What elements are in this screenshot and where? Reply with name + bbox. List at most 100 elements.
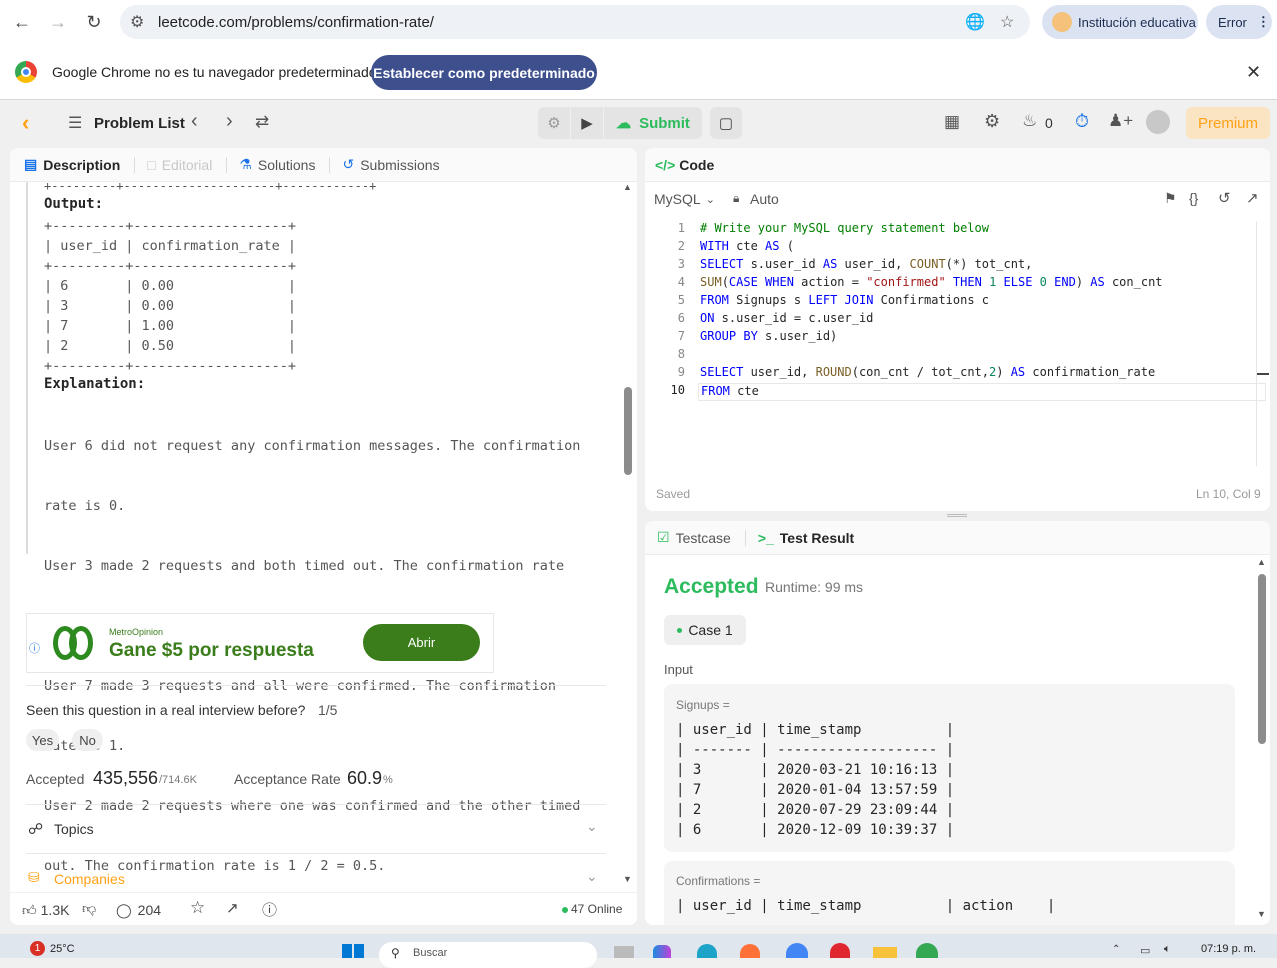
url-text: leetcode.com/problems/confirmation-rate/ <box>158 13 434 31</box>
windows-start-icon[interactable] <box>342 944 364 958</box>
tag-icon: ☍ <box>28 821 44 838</box>
thumbs-up-icon: 👍︎ <box>22 901 37 918</box>
volume-icon[interactable]: 🔈︎ <box>1164 943 1171 956</box>
timer-icon[interactable]: ⏱ <box>1075 111 1089 132</box>
next-problem-icon[interactable]: › <box>226 110 233 133</box>
panel-resize-handle[interactable] <box>947 514 967 517</box>
case-tab[interactable]: Case 1 <box>664 615 746 645</box>
notes-button[interactable]: ▢ <box>710 107 742 139</box>
problem-list-link[interactable]: Problem List <box>94 115 185 132</box>
scrollbar[interactable]: ▲ ▼ <box>622 182 634 892</box>
clock[interactable]: 07:19 p. m. <box>1201 943 1256 955</box>
error-button[interactable]: Error ⋮ <box>1206 5 1272 39</box>
taskbar-search[interactable]: ⚲ Buscar <box>379 942 597 968</box>
scroll-up-icon[interactable]: ▲ <box>623 182 632 192</box>
address-bar[interactable]: ⚙ leetcode.com/problems/confirmation-rat… <box>120 5 1030 39</box>
mode-label[interactable]: Auto <box>750 191 779 207</box>
cursor-marker <box>1257 373 1269 375</box>
tab-submissions[interactable]: ↺ Submissions <box>342 156 439 173</box>
yes-button[interactable]: Yes <box>26 729 59 751</box>
debug-button[interactable]: ⚙ <box>538 107 570 139</box>
opera-icon[interactable] <box>830 943 850 958</box>
bookmark-icon[interactable]: ⚑ <box>1164 190 1177 207</box>
submit-button[interactable]: ☁ Submit <box>604 107 702 139</box>
shuffle-icon[interactable]: ⇄ <box>255 112 269 132</box>
expand-icon[interactable]: ↗ <box>1246 189 1259 207</box>
tab-description[interactable]: ▤ Description <box>24 156 120 173</box>
editor-scrollbar[interactable] <box>1256 221 1257 466</box>
tab-editorial[interactable]: □ Editorial <box>147 157 212 173</box>
scroll-down-icon[interactable]: ▼ <box>1257 909 1266 919</box>
like-button[interactable]: 👍︎ 1.3K <box>22 899 74 921</box>
star-icon[interactable]: ☆ <box>1000 12 1014 32</box>
error-label: Error <box>1218 14 1247 30</box>
topics-section[interactable]: ☍ Topics ⌄ <box>26 812 606 846</box>
prev-problem-icon[interactable]: ‹ <box>191 110 198 133</box>
ad-open-button[interactable]: Abrir <box>363 624 480 661</box>
signups-table: | user_id | time_stamp | | ------- | ---… <box>676 722 955 838</box>
close-icon[interactable]: ✕ <box>1246 62 1261 83</box>
favorite-star-icon[interactable]: ☆ <box>190 898 205 918</box>
reload-icon[interactable]: ↻ <box>78 6 110 38</box>
ad-headline: Gane $5 por respuesta <box>109 640 314 661</box>
firefox-icon[interactable] <box>740 944 760 958</box>
scroll-up-icon[interactable]: ▲ <box>1257 557 1266 567</box>
streak-icon[interactable]: ♨ <box>1022 111 1037 131</box>
copilot-icon[interactable] <box>653 945 671 958</box>
tab-test-result[interactable]: >_ Test Result <box>758 530 854 546</box>
confirmations-label: Confirmations = <box>676 874 761 888</box>
user-avatar[interactable] <box>1146 110 1170 134</box>
format-braces-icon[interactable]: {} <box>1189 190 1198 206</box>
tab-solutions[interactable]: ⚗ Solutions <box>239 156 315 173</box>
help-icon[interactable]: ⓘ <box>262 899 277 920</box>
chrome-profile-icon[interactable] <box>786 943 808 958</box>
default-browser-infobar: Google Chrome no es tu navegador predete… <box>0 44 1277 100</box>
weather-temperature[interactable]: 25°C <box>50 943 75 955</box>
add-friend-icon[interactable]: ♟+ <box>1108 111 1133 131</box>
set-default-button[interactable]: Establecer como predeterminado <box>371 55 597 90</box>
comments-button[interactable]: ◯ 204 <box>116 899 161 921</box>
list-icon[interactable]: ☰ <box>68 113 82 133</box>
layout-icon[interactable]: ▦ <box>944 112 960 132</box>
forward-icon[interactable]: → <box>42 6 74 38</box>
info-icon[interactable]: ⓘ <box>29 640 40 656</box>
no-button[interactable]: No <box>72 729 103 751</box>
code-editor[interactable]: 1 2 3 4 5 6 7 8 9 10 # Write your MySQL … <box>645 221 1266 471</box>
scrollbar-thumb[interactable] <box>1258 574 1266 744</box>
language-select[interactable]: MySQL ⌄ <box>654 191 715 207</box>
network-icon[interactable]: ▭ <box>1140 944 1150 957</box>
chrome-icon[interactable] <box>916 943 938 958</box>
tab-divider <box>744 529 746 546</box>
reset-icon[interactable]: ↺ <box>1218 189 1231 207</box>
scrollbar[interactable]: ▲ ▼ <box>1256 557 1268 925</box>
site-settings-icon[interactable]: ⚙ <box>130 12 144 32</box>
premium-button[interactable]: Premium <box>1186 107 1270 139</box>
checkbox-icon: ☑ <box>657 529 670 545</box>
advertisement[interactable]: ⓘ MetroOpinion Gane $5 por respuesta Abr… <box>26 613 494 673</box>
back-icon[interactable]: ← <box>6 6 38 38</box>
terminal-icon: >_ <box>757 529 774 546</box>
settings-icon[interactable]: ⚙ <box>984 111 1000 132</box>
profile-button[interactable]: Institución educativa <box>1042 5 1198 39</box>
edge-icon[interactable] <box>697 944 717 958</box>
scroll-down-icon[interactable]: ▼ <box>623 874 632 884</box>
translate-icon[interactable]: 🌐 <box>965 12 985 32</box>
signups-label: Signups = <box>676 698 730 712</box>
file-explorer-icon[interactable] <box>614 946 634 958</box>
passed-dot-icon <box>677 627 683 633</box>
leetcode-logo-icon[interactable]: ‹ <box>22 110 29 136</box>
code-line: ON s.user_id = c.user_id <box>700 311 874 325</box>
lock-icon: ⛁ <box>28 869 40 885</box>
scrollbar-thumb[interactable] <box>624 387 632 475</box>
tray-chevron-up-icon[interactable]: ⌃ <box>1112 944 1120 955</box>
line-number: 1 <box>677 221 685 235</box>
history-icon: ↺ <box>342 156 355 172</box>
folder-icon[interactable] <box>873 947 897 958</box>
thumbs-down-icon[interactable]: 👎︎ <box>82 900 96 917</box>
line-number: 7 <box>677 329 685 343</box>
companies-section[interactable]: ⛁ Companies ⌄ <box>26 862 606 896</box>
tab-testcase[interactable]: ☑ Testcase <box>657 529 731 546</box>
line-number: 5 <box>677 293 685 307</box>
run-button[interactable]: ▶ <box>571 107 603 139</box>
share-icon[interactable]: ↗ <box>226 899 239 917</box>
